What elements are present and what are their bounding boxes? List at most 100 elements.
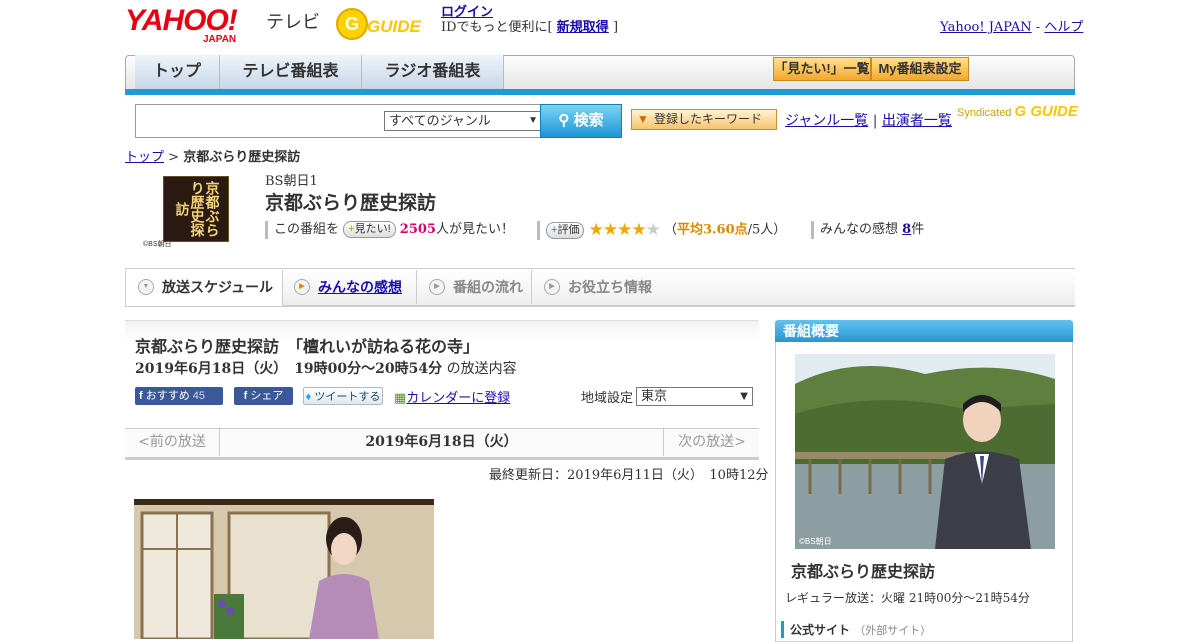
my-schedule-settings-button[interactable]: My番組表設定 — [871, 57, 969, 81]
channel-name: BS朝日1 — [265, 174, 318, 189]
external-site-note: （外部サイト） — [854, 624, 932, 637]
overview-image-credit: ©BS朝日 — [799, 537, 832, 546]
nav-accent-bar — [125, 89, 1075, 95]
rating-stars-icon: ★★★★★ — [588, 220, 661, 240]
breadcrumb-current: 京都ぶらり歴史探訪 — [183, 150, 301, 165]
rating-info: +評価 ★★★★★ （平均3.60点/5人） — [537, 221, 786, 240]
calendar-register-link[interactable]: カレンダーに登録 — [406, 391, 510, 406]
program-overview-heading: 番組概要 — [775, 320, 1073, 342]
reviews-unit: 件 — [911, 222, 925, 237]
recommend-label: おすすめ — [145, 390, 190, 402]
top-links-separator: - — [1035, 20, 1041, 35]
yahoo-japan-logo[interactable]: YAHOO! JAPAN — [125, 4, 238, 45]
syndicated-gguide-badge: Syndicated G GUIDE — [957, 103, 1078, 120]
svg-text:G: G — [345, 14, 359, 34]
gguide-logo: G GUIDE — [336, 8, 422, 40]
regular-broadcast-time: レギュラー放送：火曜 21時00分～21時54分 — [785, 591, 1030, 605]
mitai-list-button[interactable]: 「見たい!」一覧 — [773, 57, 871, 81]
tab-broadcast-schedule[interactable]: ▼ 放送スケジュール — [125, 270, 283, 306]
last-updated: 最終更新日：2019年6月11日（火） 10時12分 — [489, 468, 769, 483]
episode-title: 京都ぶらり歴史探訪 「檀れいが訪ねる花の寺」 — [135, 339, 480, 356]
rating-count: /5人） — [747, 222, 787, 238]
next-broadcast-link[interactable]: 次の放送> — [663, 428, 760, 456]
logo-main-text: YAHOO! — [125, 4, 238, 37]
rate-button[interactable]: +評価 — [546, 221, 585, 239]
tab-broadcast-schedule-label: 放送スケジュール — [162, 279, 274, 295]
watch-prefix: この番組を — [274, 222, 340, 237]
tab-program-flow[interactable]: ▶ 番組の流れ — [417, 270, 532, 304]
reviews-label: みんなの感想 — [820, 222, 899, 237]
tab-reviews-label[interactable]: みんなの感想 — [318, 279, 402, 295]
search-button-label: 検索 — [573, 112, 604, 129]
play-arrow-icon: ▶ — [429, 279, 445, 295]
search-links: ジャンル一覧 | 出演者一覧 — [785, 110, 952, 130]
tab-useful-info[interactable]: ▶ お役立ち情報 — [532, 270, 682, 304]
logo-sub-text: JAPAN — [203, 34, 237, 45]
reviews-count-link[interactable]: 8 — [902, 222, 911, 237]
share-label: シェア — [250, 390, 284, 402]
episode-image — [134, 499, 434, 639]
svg-text:GUIDE: GUIDE — [367, 17, 422, 36]
episode-date: 2019年6月18日（火） 19時00分～20時54分 の放送内容 — [135, 358, 517, 378]
episode-photo-illustration — [134, 505, 434, 639]
genre-list-link[interactable]: ジャンル一覧 — [785, 113, 868, 129]
region-selected: 東京 — [641, 389, 668, 404]
previous-broadcast-link[interactable]: <前の放送 — [125, 428, 220, 456]
search-links-divider: | — [872, 113, 878, 129]
nav-tab-tv-schedule[interactable]: テレビ番組表 — [220, 55, 362, 89]
syndicated-logo-text: G GUIDE — [1014, 103, 1078, 120]
nav-tab-radio-schedule[interactable]: ラジオ番組表 — [362, 55, 504, 89]
facebook-recommend-button[interactable]: f おすすめ 45 — [135, 387, 223, 405]
calendar-icon: ▦ — [394, 391, 407, 406]
recommend-count: 45 — [192, 390, 206, 402]
dropdown-arrow-icon: ▼ — [740, 391, 748, 402]
tab-program-flow-label: 番組の流れ — [453, 279, 523, 295]
breadcrumb: トップ > 京都ぶらり歴史探訪 — [125, 146, 300, 165]
program-title: 京都ぶらり歴史探訪 — [265, 193, 437, 214]
watch-info: この番組を +見たい! 2505人が見たい！ — [265, 221, 514, 239]
region-select[interactable]: 東京 ▼ — [636, 387, 753, 406]
breadcrumb-separator: > — [168, 150, 180, 165]
syndicated-label: Syndicated — [957, 107, 1012, 119]
official-site-label[interactable]: 公式サイト — [790, 623, 850, 637]
top-links: Yahoo! JAPAN - ヘルプ — [940, 16, 1083, 35]
login-prompt: IDでもっと便利に[ — [441, 20, 553, 35]
want-to-watch-label: 見たい! — [354, 223, 391, 235]
tweet-label: ツイートする — [314, 391, 381, 403]
tab-reviews[interactable]: ▶ みんなの感想 — [282, 270, 417, 304]
tab-useful-info-label: お役立ち情報 — [568, 279, 652, 295]
episode-date-time: 2019年6月18日（火） 19時00分～20時54分 — [135, 361, 443, 377]
nav-tab-top[interactable]: トップ — [135, 55, 220, 89]
episode-date-suffix: の放送内容 — [446, 361, 517, 377]
twitter-bird-icon: ♦ — [305, 391, 312, 403]
dropdown-arrow-icon: ▼ — [528, 115, 538, 126]
want-to-watch-button[interactable]: +見たい! — [343, 221, 396, 238]
chevron-down-icon: ▼ — [138, 279, 154, 295]
tweet-button[interactable]: ♦ ツイートする — [303, 387, 383, 405]
rating-open: （ — [663, 222, 677, 238]
genre-selected: すべてのジャンル — [389, 113, 491, 128]
login-link[interactable]: ログイン — [441, 5, 493, 20]
registered-keyword-button[interactable]: ▼ 登録したキーワード — [631, 109, 777, 130]
play-arrow-icon: ▶ — [544, 279, 560, 295]
watch-count: 2505 — [399, 222, 436, 237]
registered-keyword-label: 登録したキーワード — [654, 112, 763, 126]
facebook-share-button[interactable]: f シェア — [234, 387, 293, 405]
overview-photo-illustration: ©BS朝日 — [795, 354, 1055, 549]
breadcrumb-top-link[interactable]: トップ — [125, 150, 164, 165]
performer-list-link[interactable]: 出演者一覧 — [882, 113, 952, 129]
program-overview-image: ©BS朝日 — [795, 354, 1055, 549]
search-icon: ⚲ — [558, 112, 570, 129]
genre-select[interactable]: すべてのジャンル ▼ — [384, 111, 542, 131]
program-thumbnail: 京都ぶらり歴史探訪 — [163, 176, 229, 242]
help-link[interactable]: ヘルプ — [1044, 20, 1083, 35]
region-label: 地域設定 — [581, 391, 634, 406]
facebook-icon: f — [139, 390, 143, 402]
yahoo-japan-link[interactable]: Yahoo! JAPAN — [940, 20, 1032, 35]
tv-service-label[interactable]: テレビ — [266, 8, 320, 34]
thumbnail-credit: ©BS朝日 — [143, 241, 172, 248]
register-link[interactable]: 新規取得 — [557, 20, 609, 35]
search-button[interactable]: ⚲ 検索 — [540, 104, 622, 138]
rating-average: 平均3.60点 — [676, 222, 748, 238]
facebook-icon: f — [243, 390, 248, 402]
